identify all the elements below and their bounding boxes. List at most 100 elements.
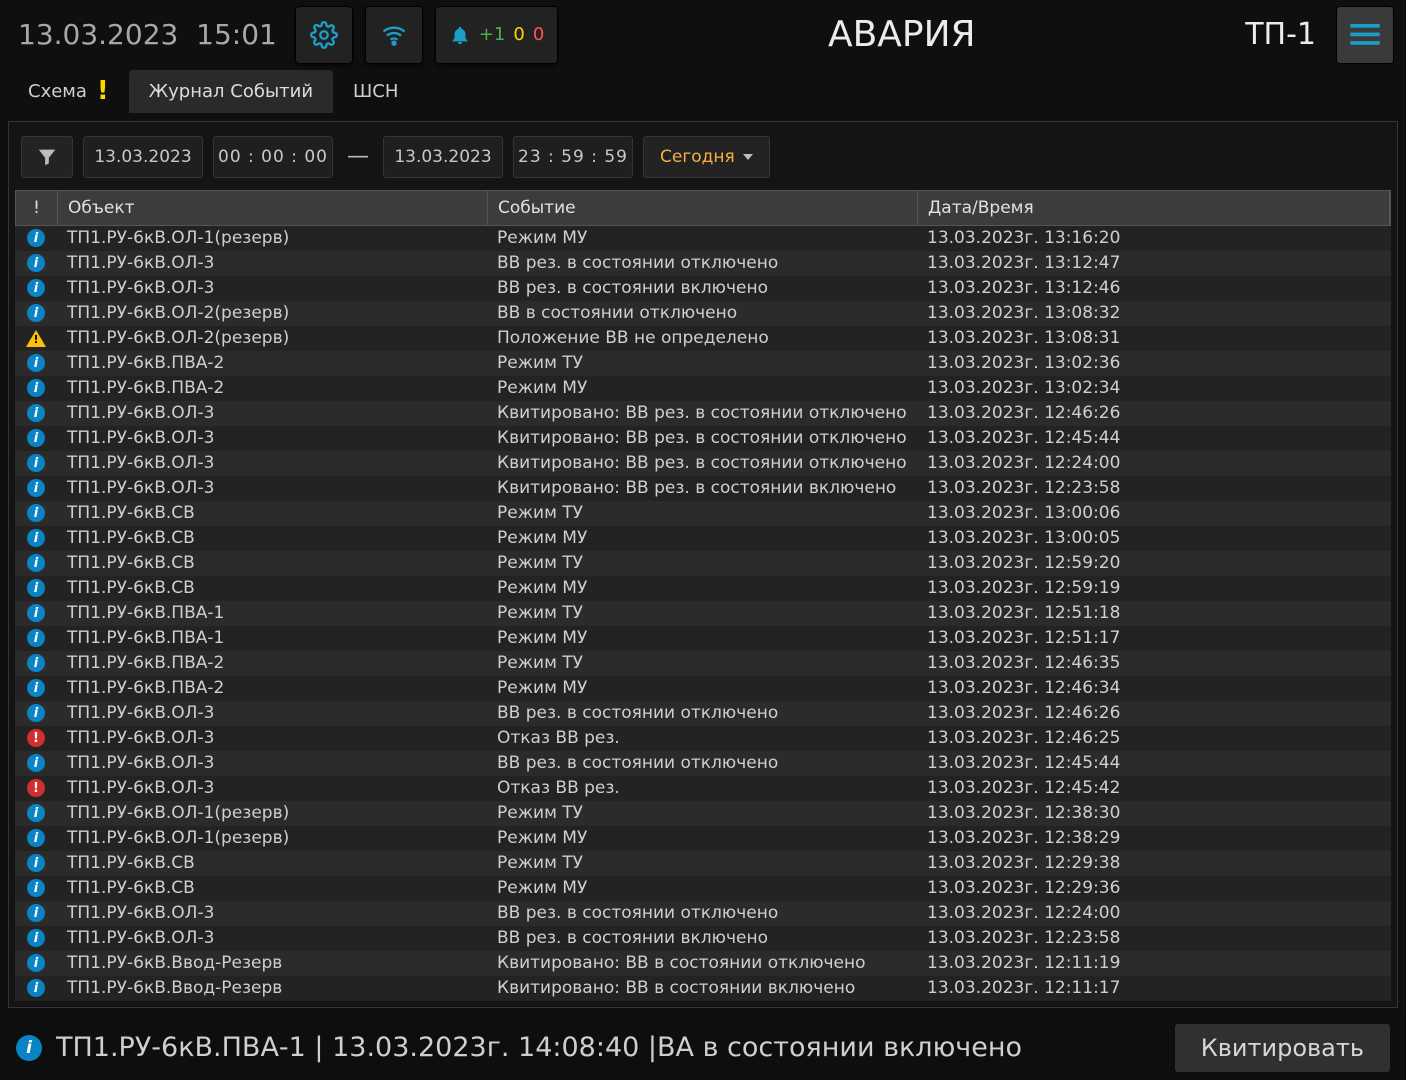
time-to-input[interactable]: 23 : 59 : 59 (513, 136, 633, 178)
cell-object: ТП1.РУ-6кВ.ОЛ-2(резерв) (57, 328, 487, 348)
ack-button[interactable]: Квитировать (1175, 1024, 1390, 1072)
th-datetime[interactable]: Дата/Время (918, 191, 1390, 225)
settings-button[interactable] (295, 6, 353, 64)
cell-severity (15, 579, 57, 597)
table-row[interactable]: ТП1.РУ-6кВ.ОЛ-2(резерв)Положение ВВ не о… (15, 326, 1391, 351)
cell-object: ТП1.РУ-6кВ.Ввод-Резерв (57, 978, 487, 998)
cell-datetime: 13.03.2023г. 12:45:44 (917, 753, 1391, 773)
table-row[interactable]: ТП1.РУ-6кВ.ОЛ-1(резерв)Режим ТУ13.03.202… (15, 801, 1391, 826)
table-row[interactable]: ТП1.РУ-6кВ.ОЛ-3Квитировано: ВВ рез. в со… (15, 401, 1391, 426)
cell-severity (15, 504, 57, 522)
cell-severity (15, 279, 57, 297)
cell-event: Режим МУ (487, 378, 917, 398)
table-row[interactable]: ТП1.РУ-6кВ.ОЛ-3ВВ рез. в состоянии включ… (15, 276, 1391, 301)
cell-event: Режим ТУ (487, 603, 917, 623)
status-message: ТП1.РУ-6кВ.ПВА-1 | 13.03.2023г. 14:08:40… (56, 1032, 1161, 1063)
th-object[interactable]: Объект (58, 191, 488, 225)
table-row[interactable]: ТП1.РУ-6кВ.СВРежим МУ13.03.2023г. 12:29:… (15, 876, 1391, 901)
table-row[interactable]: ТП1.РУ-6кВ.ОЛ-3ВВ рез. в состоянии отклю… (15, 701, 1391, 726)
journal-frame: 13.03.2023 00 : 00 : 00 — 13.03.2023 23 … (8, 121, 1398, 1008)
table-row[interactable]: ТП1.РУ-6кВ.ОЛ-1(резерв)Режим МУ13.03.202… (15, 226, 1391, 251)
time-from-input[interactable]: 00 : 00 : 00 (213, 136, 333, 178)
table-row[interactable]: ТП1.РУ-6кВ.ОЛ-3Отказ ВВ рез.13.03.2023г.… (15, 776, 1391, 801)
table-row[interactable]: ТП1.РУ-6кВ.ОЛ-3ВВ рез. в состоянии отклю… (15, 251, 1391, 276)
cell-object: ТП1.РУ-6кВ.ОЛ-3 (57, 928, 487, 948)
info-icon (27, 304, 45, 322)
cell-event: Квитировано: ВВ рез. в состоянии отключе… (487, 453, 917, 473)
today-dropdown[interactable]: Сегодня (643, 136, 770, 178)
info-icon (27, 604, 45, 622)
notifications-button[interactable]: +1 0 0 (435, 6, 558, 64)
table-row[interactable]: ТП1.РУ-6кВ.ОЛ-3ВВ рез. в состоянии отклю… (15, 901, 1391, 926)
cell-datetime: 13.03.2023г. 12:51:18 (917, 603, 1391, 623)
table-row[interactable]: ТП1.РУ-6кВ.ОЛ-1(резерв)Режим МУ13.03.202… (15, 826, 1391, 851)
cell-object: ТП1.РУ-6кВ.ОЛ-1(резерв) (57, 828, 487, 848)
cell-object: ТП1.РУ-6кВ.ПВА-1 (57, 628, 487, 648)
hamburger-icon (1350, 24, 1380, 46)
cell-event: ВВ рез. в состоянии отключено (487, 753, 917, 773)
cell-object: ТП1.РУ-6кВ.ОЛ-3 (57, 778, 487, 798)
cell-severity (15, 879, 57, 897)
table-row[interactable]: ТП1.РУ-6кВ.ПВА-2Режим МУ13.03.2023г. 12:… (15, 676, 1391, 701)
th-event[interactable]: Событие (488, 191, 918, 225)
tab-shsn-label: ШСН (353, 81, 398, 102)
cell-event: Режим ТУ (487, 803, 917, 823)
cell-event: ВВ рез. в состоянии отключено (487, 253, 917, 273)
table-row[interactable]: ТП1.РУ-6кВ.ПВА-2Режим ТУ13.03.2023г. 13:… (15, 351, 1391, 376)
cell-datetime: 13.03.2023г. 12:29:36 (917, 878, 1391, 898)
tab-schema[interactable]: Схема ! (8, 70, 129, 113)
cell-event: Режим ТУ (487, 353, 917, 373)
cell-event: Квитировано: ВВ рез. в состоянии отключе… (487, 428, 917, 448)
cell-severity (15, 954, 57, 972)
menu-button[interactable] (1336, 6, 1394, 64)
table-row[interactable]: ТП1.РУ-6кВ.СВРежим МУ13.03.2023г. 12:59:… (15, 576, 1391, 601)
table-row[interactable]: ТП1.РУ-6кВ.Ввод-РезервКвитировано: ВВ в … (15, 951, 1391, 976)
table-row[interactable]: ТП1.РУ-6кВ.СВРежим МУ13.03.2023г. 13:00:… (15, 526, 1391, 551)
table-row[interactable]: ТП1.РУ-6кВ.ОЛ-2(резерв)ВВ в состоянии от… (15, 301, 1391, 326)
cell-severity (15, 330, 57, 347)
table-row[interactable]: ТП1.РУ-6кВ.ОЛ-3Квитировано: ВВ рез. в со… (15, 451, 1391, 476)
table-row[interactable]: ТП1.РУ-6кВ.ПВА-1Режим ТУ13.03.2023г. 12:… (15, 601, 1391, 626)
cell-object: ТП1.РУ-6кВ.ОЛ-3 (57, 253, 487, 273)
header-time: 15:01 (196, 18, 277, 51)
cell-datetime: 13.03.2023г. 12:11:19 (917, 953, 1391, 973)
date-from-input[interactable]: 13.03.2023 (83, 136, 203, 178)
cell-event: ВВ рез. в состоянии отключено (487, 703, 917, 723)
table-row[interactable]: ТП1.РУ-6кВ.СВРежим ТУ13.03.2023г. 12:29:… (15, 851, 1391, 876)
table-row[interactable]: ТП1.РУ-6кВ.ПВА-2Режим МУ13.03.2023г. 13:… (15, 376, 1391, 401)
table-row[interactable]: ТП1.РУ-6кВ.ПВА-1Режим МУ13.03.2023г. 12:… (15, 626, 1391, 651)
today-label: Сегодня (660, 147, 735, 167)
cell-datetime: 13.03.2023г. 12:46:26 (917, 703, 1391, 723)
page-title: АВАРИЯ (570, 14, 1233, 55)
cell-datetime: 13.03.2023г. 12:46:34 (917, 678, 1391, 698)
wifi-button[interactable] (365, 6, 423, 64)
app-root: 13.03.2023 15:01 +1 0 0 АВАРИЯ ТП (0, 0, 1406, 1080)
table-row[interactable]: ТП1.РУ-6кВ.ПВА-2Режим ТУ13.03.2023г. 12:… (15, 651, 1391, 676)
info-icon (27, 929, 45, 947)
table-row[interactable]: ТП1.РУ-6кВ.ОЛ-3Квитировано: ВВ рез. в со… (15, 426, 1391, 451)
cell-event: Режим МУ (487, 878, 917, 898)
table-row[interactable]: ТП1.РУ-6кВ.ОЛ-3Отказ ВВ рез.13.03.2023г.… (15, 726, 1391, 751)
info-icon (27, 254, 45, 272)
table-body[interactable]: ТП1.РУ-6кВ.ОЛ-1(резерв)Режим МУ13.03.202… (15, 226, 1391, 1001)
notif-count-success: +1 (479, 24, 506, 45)
cell-severity (15, 629, 57, 647)
info-icon (27, 854, 45, 872)
table-row[interactable]: ТП1.РУ-6кВ.СВРежим ТУ13.03.2023г. 13:00:… (15, 501, 1391, 526)
date-to-input[interactable]: 13.03.2023 (383, 136, 503, 178)
info-icon (27, 679, 45, 697)
cell-object: ТП1.РУ-6кВ.ПВА-2 (57, 378, 487, 398)
cell-datetime: 13.03.2023г. 12:46:35 (917, 653, 1391, 673)
table-row[interactable]: ТП1.РУ-6кВ.Ввод-РезервКвитировано: ВВ в … (15, 976, 1391, 1001)
table-row[interactable]: ТП1.РУ-6кВ.СВРежим ТУ13.03.2023г. 12:59:… (15, 551, 1391, 576)
table-row[interactable]: ТП1.РУ-6кВ.ОЛ-3ВВ рез. в состоянии включ… (15, 926, 1391, 951)
info-icon (27, 429, 45, 447)
table-row[interactable]: ТП1.РУ-6кВ.ОЛ-3ВВ рез. в состоянии отклю… (15, 751, 1391, 776)
cell-object: ТП1.РУ-6кВ.СВ (57, 878, 487, 898)
cell-severity (15, 529, 57, 547)
filter-button[interactable] (21, 136, 73, 178)
tab-journal[interactable]: Журнал Событий (129, 70, 333, 113)
table-row[interactable]: ТП1.РУ-6кВ.ОЛ-3Квитировано: ВВ рез. в со… (15, 476, 1391, 501)
tab-shsn[interactable]: ШСН (333, 70, 418, 113)
th-severity[interactable]: ! (16, 191, 58, 225)
